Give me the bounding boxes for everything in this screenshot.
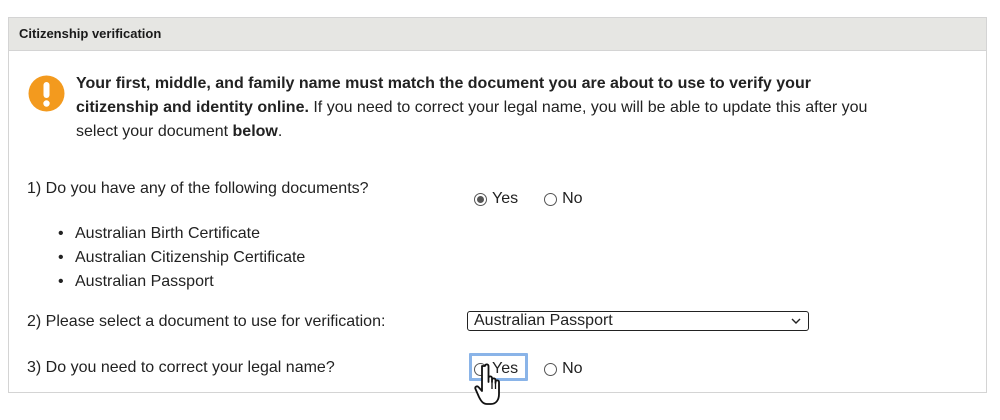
question-3-no-radio[interactable]: [544, 362, 558, 376]
list-item: Australian Birth Certificate: [60, 222, 305, 246]
question-1-radio-group: Yes No: [474, 190, 609, 208]
alert-message: Your first, middle, and family name must…: [76, 72, 876, 144]
list-item: Australian Citizenship Certificate: [60, 246, 305, 270]
question-3-label: 3) Do you need to correct your legal nam…: [27, 359, 335, 376]
exclamation-icon: [28, 75, 65, 112]
question-2-label: 2) Please select a document to use for v…: [27, 313, 386, 330]
chevron-down-icon: [791, 318, 801, 324]
question-1-yes-label: Yes: [492, 190, 519, 207]
question-3-no-label: No: [562, 360, 583, 377]
list-item: Australian Passport: [60, 270, 305, 294]
question-1-yes-option[interactable]: Yes: [474, 190, 518, 208]
question-1-no-label: No: [562, 190, 583, 207]
document-select-value: Australian Passport: [474, 312, 613, 329]
question-1-label: 1) Do you have any of the following docu…: [27, 180, 369, 197]
alert-text-end: .: [277, 123, 283, 140]
panel-title: Citizenship verification: [9, 18, 986, 51]
question-1-no-radio[interactable]: [544, 192, 558, 206]
document-list: Australian Birth Certificate Australian …: [60, 222, 305, 294]
document-select[interactable]: Australian Passport: [467, 311, 809, 331]
question-1-no-option[interactable]: No: [544, 190, 583, 208]
alert-bold-tail: below: [232, 123, 278, 140]
question-1-yes-radio[interactable]: [474, 192, 487, 206]
hand-pointer-icon: [474, 363, 500, 405]
question-3-no-option[interactable]: No: [544, 360, 583, 378]
